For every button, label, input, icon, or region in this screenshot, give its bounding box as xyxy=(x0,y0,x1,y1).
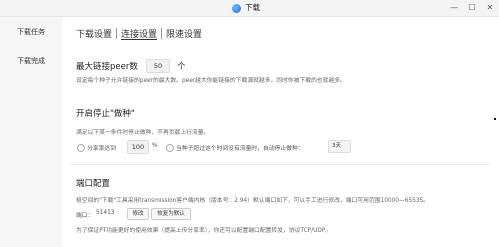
idle-time-radio[interactable] xyxy=(166,144,174,152)
window-title-group: 下载 xyxy=(232,2,260,14)
port-label: 端口： xyxy=(76,213,94,219)
ratio-radio[interactable] xyxy=(77,144,85,152)
idle-time-select[interactable]: 3天 xyxy=(328,140,351,153)
tab-speed-limit-settings[interactable]: 限速设置 xyxy=(162,27,206,40)
sidebar: 下载任务 下载完成 xyxy=(0,17,62,247)
seeding-description: 满足以下某一条件时停止做种，不再贡献上行流量。 xyxy=(76,130,210,136)
ratio-unit: % xyxy=(152,143,158,149)
max-peers-description: 设定每个种子允许链接的peer的最大数。peer越大你能链接的下载源就越多，同时… xyxy=(76,78,346,84)
mouse-cursor xyxy=(494,118,496,120)
port-config-title: 端口配置 xyxy=(76,179,111,189)
seeding-title: 开启停止"做种" xyxy=(76,109,135,119)
tab-download-settings[interactable]: 下载设置 xyxy=(76,27,116,40)
minimize-button[interactable]: — xyxy=(448,2,460,14)
tab-connection-settings[interactable]: 连接设置 xyxy=(117,27,161,40)
port-value: 51413 xyxy=(96,210,115,216)
title-bar: 下载 — ☐ ✕ xyxy=(0,0,499,17)
sidebar-item-completed[interactable]: 下载完成 xyxy=(0,56,62,66)
window-title: 下载 xyxy=(245,3,260,12)
settings-tabs: 下载设置 连接设置 限速设置 xyxy=(76,27,206,40)
maximize-button[interactable]: ☐ xyxy=(466,2,478,14)
max-peers-title-prefix: 最大链接peer数 xyxy=(76,62,138,72)
ratio-input[interactable]: 100 xyxy=(127,140,149,154)
idle-time-select-value: 3天 xyxy=(332,143,341,149)
port-description: 极空间的"下载"工具采用transmission客户端内核（版本号：2.94）默… xyxy=(76,198,430,204)
max-peers-input[interactable]: 50 xyxy=(146,59,170,73)
port-forward-note: 为了保证PT功能更好的使用效果（提高上传分享率），你还可以配置端口配置转发，协议… xyxy=(76,228,332,234)
max-peers-unit: 个 xyxy=(177,62,186,72)
ratio-label: 分享率达到 xyxy=(87,146,116,152)
sidebar-item-downloading[interactable]: 下载任务 xyxy=(0,27,62,37)
modify-port-button[interactable]: 修改 xyxy=(127,208,149,220)
idle-time-label: 当种子超过这个时间没有流量时，自动停止做种： xyxy=(176,146,304,152)
reset-port-button[interactable]: 恢复为默认 xyxy=(151,208,191,220)
section-divider xyxy=(70,164,490,165)
app-logo-icon xyxy=(232,3,241,13)
close-button[interactable]: ✕ xyxy=(484,2,496,14)
